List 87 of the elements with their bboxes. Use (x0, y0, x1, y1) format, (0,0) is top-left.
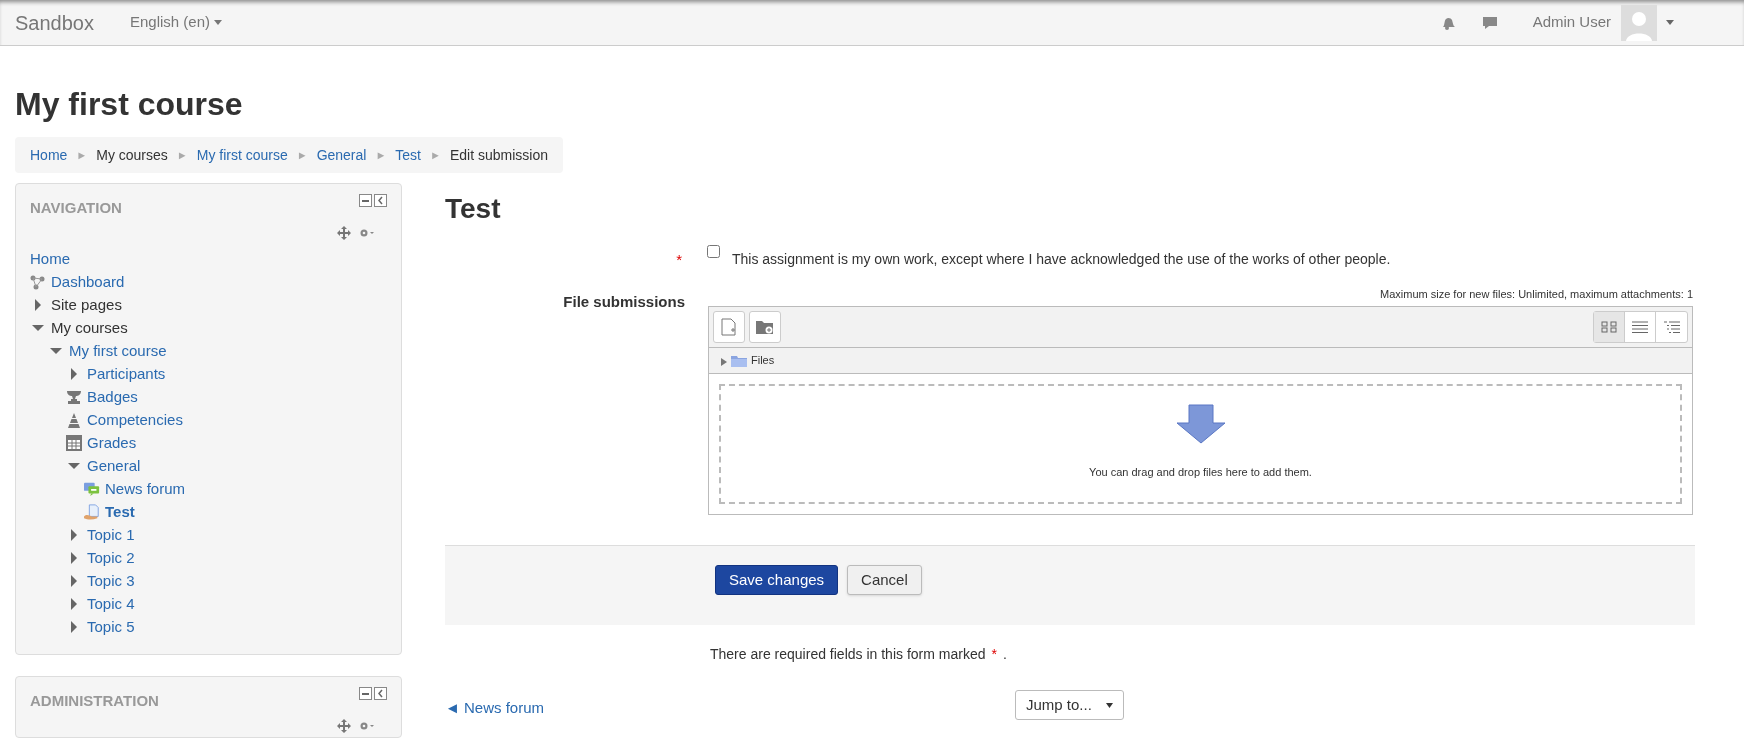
trophy-icon (66, 389, 82, 405)
collapsed-caret-icon[interactable] (70, 598, 78, 610)
nav-item[interactable]: Grades (87, 431, 137, 455)
breadcrumb-link[interactable]: Test (395, 144, 421, 166)
assignment-icon (84, 503, 100, 521)
breadcrumb-text: My courses (96, 145, 168, 165)
checkbox-label: This assignment is my own work, except where I have acknowledged the use of the works of other people. (732, 250, 1391, 269)
minimize-icon[interactable] (359, 194, 372, 207)
separator-icon: ► (296, 146, 308, 164)
breadcrumb-link[interactable]: My first course (196, 144, 288, 166)
drop-hint: You can drag and drop files here to add them. (1089, 465, 1312, 480)
user-name[interactable]: Admin User (1532, 11, 1611, 34)
site-name[interactable]: Sandbox (15, 7, 94, 38)
nav-item[interactable]: My courses (51, 316, 128, 340)
collapsed-caret-icon[interactable] (70, 575, 78, 587)
section-heading: Test (445, 192, 502, 226)
own-work-checkbox[interactable] (707, 245, 720, 258)
required-note: There are required fields in this form marked (710, 645, 986, 664)
nav-item[interactable]: Topic 1 (87, 523, 135, 547)
nav-item[interactable]: News forum (105, 477, 186, 501)
list-icon (1632, 321, 1648, 333)
settings-icon[interactable] (359, 227, 375, 238)
required-mark: * (676, 250, 682, 270)
nav-item[interactable]: Home (30, 247, 70, 271)
folder-plus-icon (756, 319, 774, 335)
create-folder-button[interactable] (749, 311, 781, 343)
collapsed-caret-icon[interactable] (70, 368, 78, 380)
collapsed-caret-icon[interactable] (34, 299, 42, 311)
required-mark: * (991, 645, 997, 664)
dock-icon[interactable] (374, 194, 387, 207)
grid-icon (1601, 321, 1617, 333)
breadcrumb-link[interactable]: General (316, 144, 367, 166)
settings-icon[interactable] (359, 720, 375, 731)
expanded-caret-icon[interactable] (32, 324, 44, 332)
collapsed-caret-icon[interactable] (70, 621, 78, 633)
chat-icon[interactable] (1481, 14, 1498, 31)
jump-to-select[interactable]: Jump to... (1015, 690, 1124, 720)
caret-icon (214, 20, 222, 25)
table-icon (66, 435, 82, 451)
tree-icon (1663, 321, 1680, 333)
nav-item[interactable]: Topic 5 (87, 615, 135, 639)
nav-item[interactable]: Topic 4 (87, 592, 135, 616)
dock-icon[interactable] (374, 687, 387, 700)
collapsed-caret-icon[interactable] (70, 552, 78, 564)
breadcrumb-text: Edit submission (449, 145, 548, 165)
expand-arrow-icon[interactable] (721, 358, 727, 366)
nav-item[interactable]: Topic 3 (87, 569, 135, 593)
move-icon[interactable] (337, 225, 351, 240)
save-button[interactable]: Save changes (715, 565, 839, 595)
file-plus-icon (721, 318, 737, 336)
expanded-caret-icon[interactable] (50, 347, 62, 355)
nav-item[interactable]: Dashboard (51, 270, 125, 294)
language-menu[interactable]: English (en) (129, 11, 222, 34)
caret-icon (1106, 702, 1113, 708)
pyramid-icon (66, 412, 82, 428)
nav-item[interactable]: Competencies (87, 408, 183, 432)
nav-item[interactable]: Topic 2 (87, 546, 135, 570)
breadcrumb-link[interactable]: Home (30, 144, 68, 166)
minimize-icon[interactable] (359, 687, 372, 700)
block-title: NAVIGATION (30, 198, 122, 218)
separator-icon: ► (76, 146, 88, 164)
nav-item[interactable]: Badges (87, 385, 138, 409)
nav-item[interactable]: General (87, 454, 141, 478)
page-title: My first course (15, 85, 244, 124)
down-arrow-icon (1174, 404, 1227, 444)
dashboard-icon (30, 274, 46, 290)
field-label: File submissions (563, 291, 685, 312)
separator-icon: ► (375, 146, 387, 164)
forum-icon (84, 481, 100, 497)
cancel-button[interactable]: Cancel (847, 565, 922, 595)
folder-name[interactable]: Files (751, 352, 775, 369)
period-text: . (1002, 645, 1007, 664)
file-limits-text: Maximum size for new files: Unlimited, maximum attachments: 1 (1380, 286, 1693, 302)
previous-activity-link[interactable]: ◄ News forum (445, 697, 1015, 720)
nav-item[interactable]: Participants (87, 362, 166, 386)
folder-icon (731, 354, 747, 367)
block-title: ADMINISTRATION (30, 691, 159, 711)
nav-item[interactable]: Site pages (51, 293, 122, 317)
move-icon[interactable] (337, 718, 351, 733)
separator-icon: ► (176, 146, 188, 164)
collapsed-caret-icon[interactable] (70, 529, 78, 541)
caret-icon[interactable] (1666, 20, 1674, 25)
nav-item[interactable]: Test (105, 500, 135, 524)
separator-icon: ► (430, 146, 441, 164)
drop-zone[interactable]: You can drag and drop files here to add them. (719, 384, 1682, 504)
nav-item[interactable]: My first course (69, 339, 167, 363)
expanded-caret-icon[interactable] (68, 462, 80, 470)
